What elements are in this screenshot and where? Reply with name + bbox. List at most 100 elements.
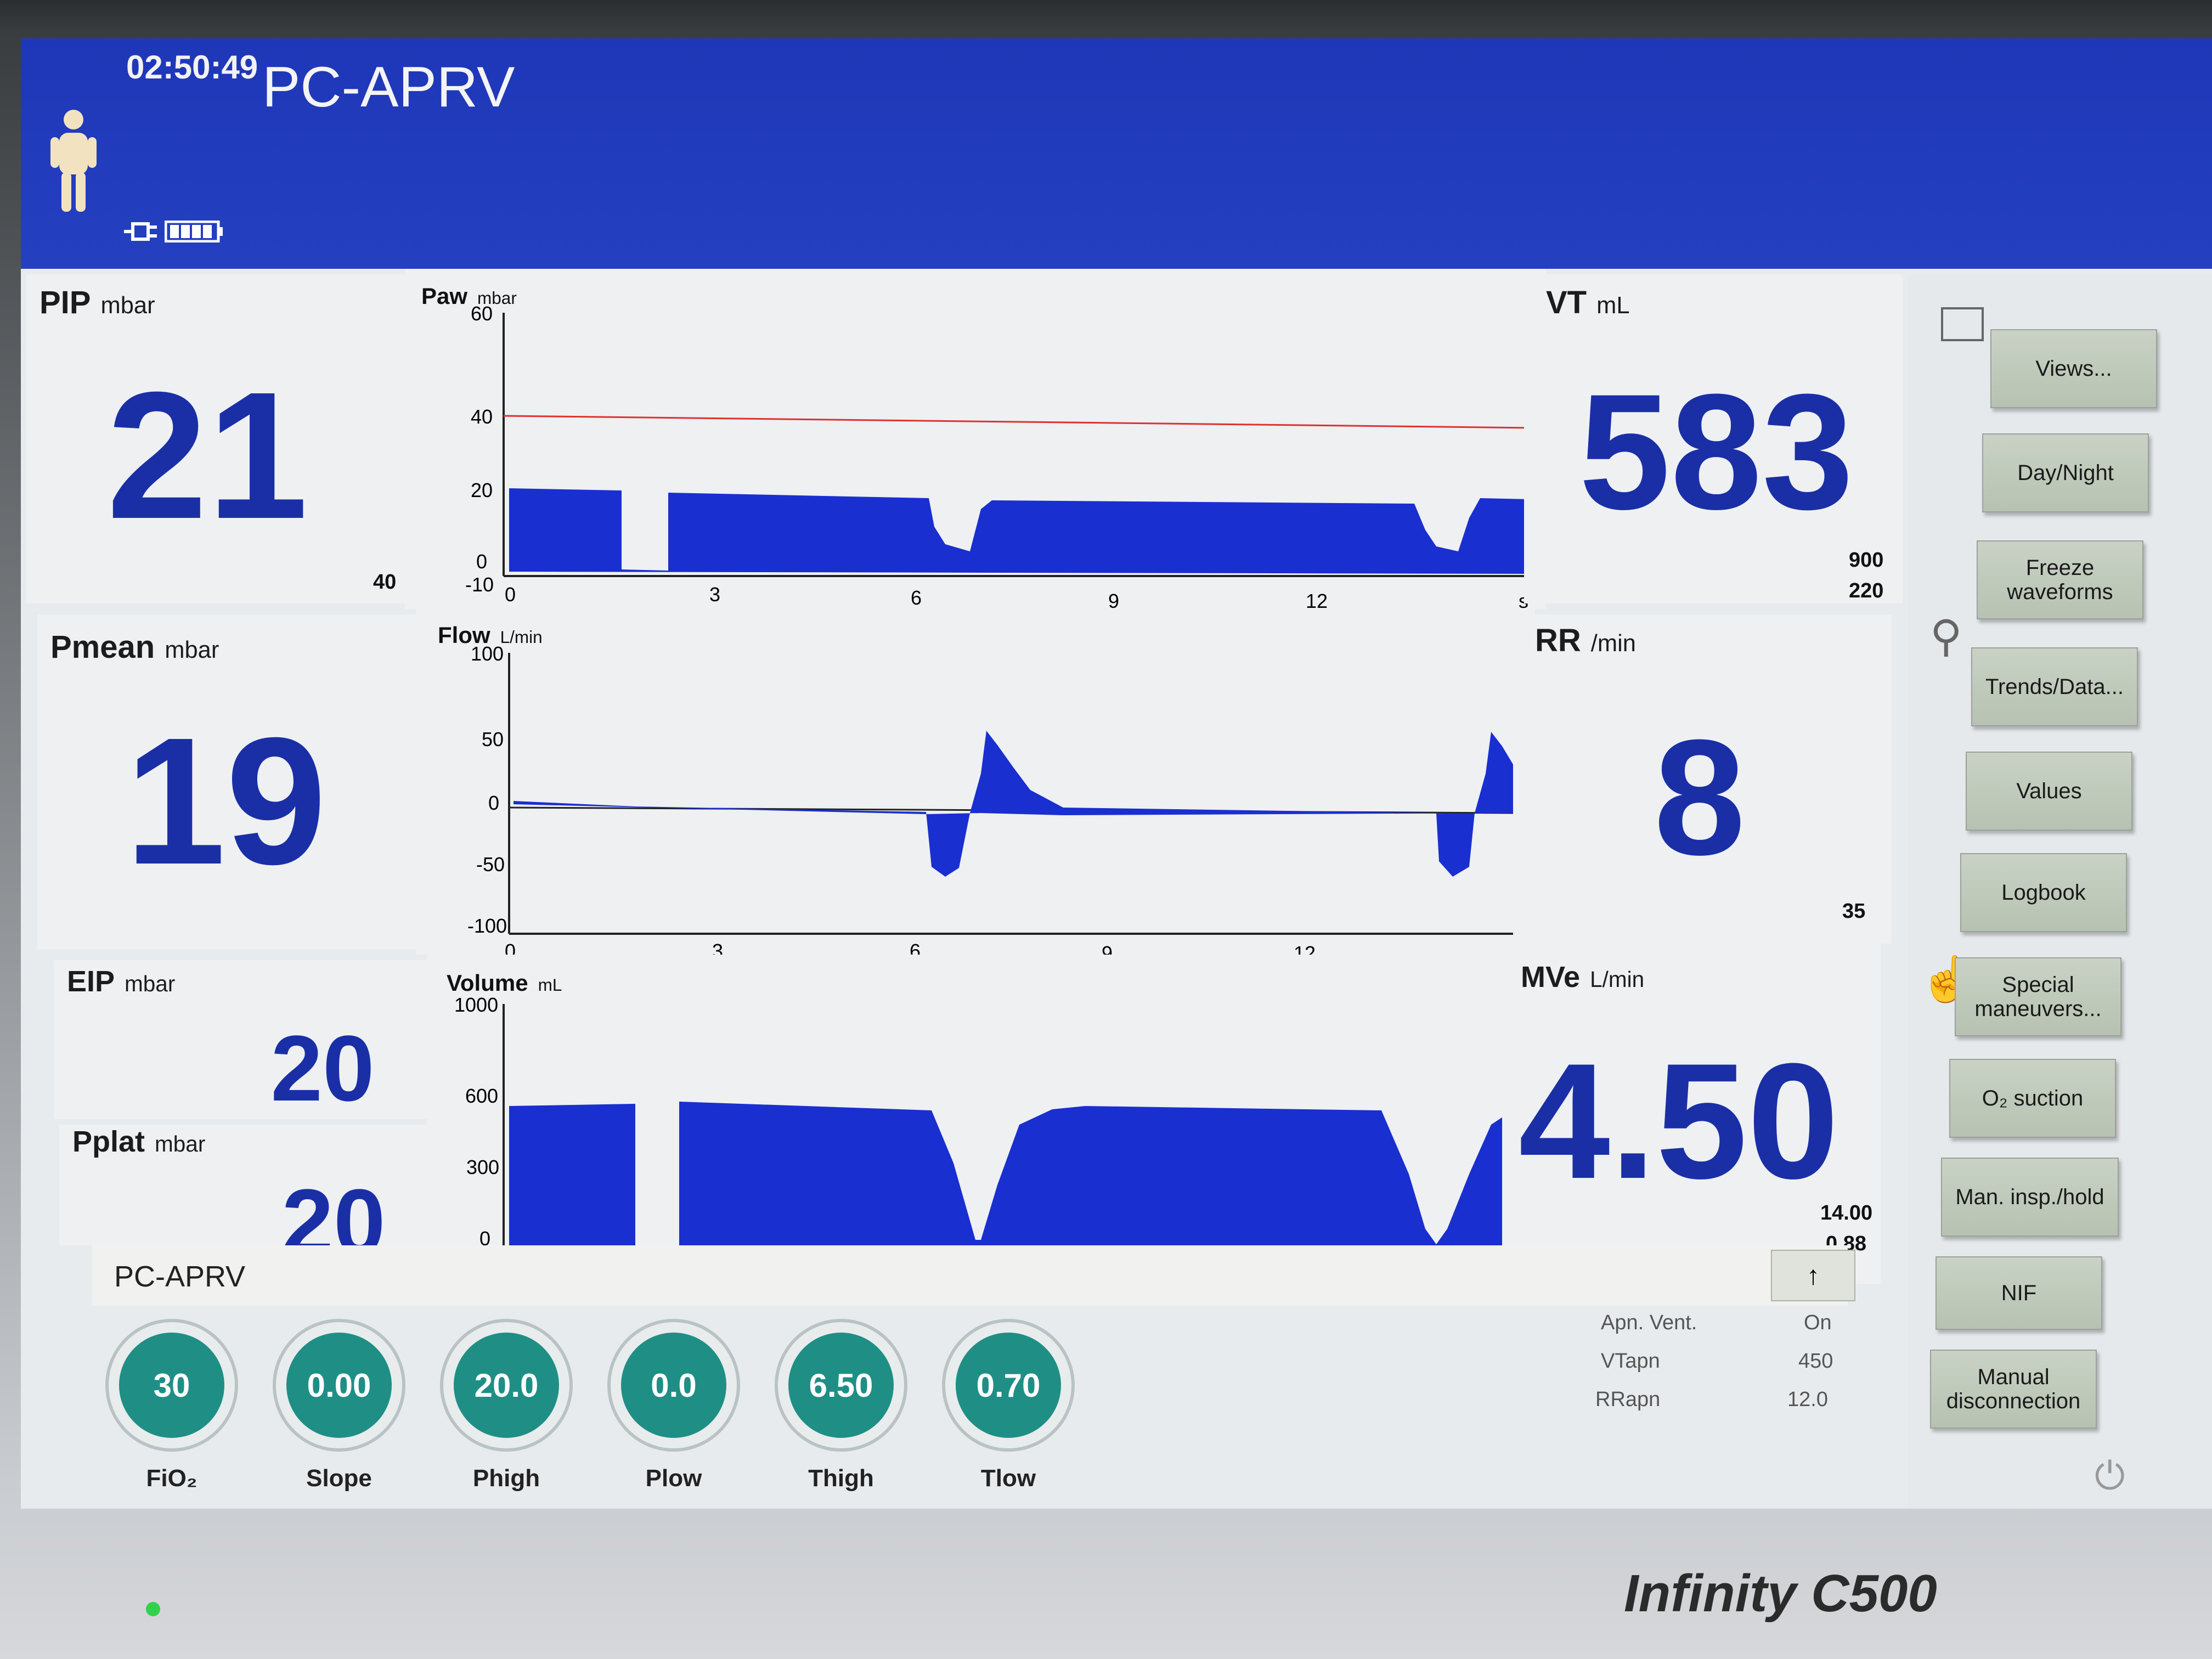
slope-knob[interactable]: 0.00 Slope: [270, 1317, 408, 1492]
window-icon[interactable]: [1941, 307, 1984, 341]
battery-icon: [165, 221, 223, 242]
paw-alarm-limit-line: [503, 415, 1536, 429]
phigh-label: Phigh: [472, 1465, 540, 1492]
eip-label: EIP mbar: [67, 965, 176, 998]
day-night-button[interactable]: Day/Night: [1982, 433, 2149, 512]
paw-x-tick: 3: [709, 583, 720, 606]
nif-button[interactable]: NIF: [1936, 1256, 2102, 1330]
pip-alarm-limit: 40: [373, 571, 397, 594]
flow-y-tick: 100: [471, 642, 504, 665]
paw-y-tick: 20: [471, 479, 493, 501]
pmean-label: Pmean mbar: [50, 629, 219, 665]
values-button[interactable]: Values: [1966, 752, 2132, 831]
volume-y-tick: 300: [466, 1156, 499, 1178]
special-maneuvers-button[interactable]: Special maneuvers...: [1955, 957, 2121, 1036]
phigh-knob[interactable]: 20.0 Phigh: [438, 1317, 575, 1492]
rr-alarm-high: 35: [1842, 900, 1866, 923]
flow-y-tick: 0: [488, 792, 499, 814]
fio2-value: 30: [153, 1367, 190, 1404]
manual-inspiration-hold-button[interactable]: Man. insp./hold: [1941, 1158, 2119, 1237]
vtapn-value: 450: [1798, 1350, 1833, 1373]
pip-label: PIP mbar: [40, 285, 155, 320]
volume-waveform: 1000 600 300 0 0 3 6 9 12 s: [454, 994, 1519, 1278]
mve-value: 4.50: [1519, 1029, 1839, 1213]
paw-y-tick: 0: [476, 550, 487, 573]
pip-value: 21: [106, 354, 308, 556]
slope-label: Slope: [306, 1465, 372, 1492]
mve-panel: MVe L/min 4.50 14.00 0.88: [1502, 944, 1881, 1284]
volume-y-tick: 600: [465, 1085, 498, 1107]
volume-waveform-panel: VolumemL 1000 600 300 0 0 3 6 9 12 s: [427, 955, 1535, 1278]
rrapn-label: RRapn: [1595, 1388, 1661, 1411]
freeze-waveforms-button[interactable]: Freeze waveforms: [1977, 540, 2143, 619]
views-button[interactable]: Views...: [1990, 329, 2157, 408]
paw-y-tick: 60: [471, 302, 493, 325]
paw-waveform: 60 40 20 0 -10 0 3 6 9 12 s: [465, 302, 1536, 609]
tlow-label: Tlow: [980, 1465, 1036, 1492]
paw-x-tick: 9: [1108, 590, 1119, 609]
vtapn-label: VTapn: [1601, 1350, 1660, 1373]
flow-x-tick: 0: [505, 940, 516, 955]
paw-y-tick: 40: [471, 405, 493, 428]
pplat-label: Pplat mbar: [72, 1125, 206, 1158]
vt-label: VT mL: [1546, 285, 1630, 320]
pmean-value: 19: [125, 699, 327, 902]
tlow-knob[interactable]: 0.70 Tlow: [940, 1317, 1077, 1492]
patient-icon[interactable]: [47, 109, 100, 213]
device-brand: Infinity C500: [1624, 1564, 1937, 1623]
fio2-label: FiO₂: [146, 1465, 198, 1492]
pplat-panel: Pplat mbar 20: [59, 1125, 443, 1274]
eip-value: 20: [270, 1017, 375, 1121]
phigh-value: 20.0: [474, 1367, 539, 1404]
slope-value: 0.00: [307, 1367, 371, 1404]
plow-label: Plow: [645, 1465, 702, 1492]
search-icon[interactable]: ⚲: [1930, 614, 1974, 658]
sidebar: ⚲ ☝ ⏻ Views... Day/Night Freeze waveform…: [1908, 274, 2212, 1509]
expand-controls-button[interactable]: ↑: [1771, 1250, 1855, 1301]
logbook-button[interactable]: Logbook: [1960, 853, 2127, 932]
apnea-vent-value: On: [1804, 1311, 1832, 1334]
vt-value: 583: [1579, 359, 1854, 544]
tlow-value: 0.70: [976, 1367, 1041, 1404]
fio2-knob[interactable]: 30 FiO₂: [103, 1317, 240, 1492]
flow-x-tick: 12: [1294, 942, 1316, 955]
flow-trace: [514, 731, 1530, 877]
ventilator-screen: 02:50:49 PC-APRV PIP mbar 21 40 Pmean mb…: [21, 38, 2212, 1509]
volume-y-tick: 1000: [454, 994, 498, 1016]
mains-power-icon: [124, 222, 157, 241]
paw-trace: [509, 488, 1530, 574]
flow-x-tick: 3: [712, 940, 723, 955]
rr-label: RR/min: [1535, 623, 1636, 658]
o2-suction-button[interactable]: O₂ suction: [1949, 1059, 2116, 1138]
flow-x-tick: 6: [910, 940, 921, 955]
power-standby-icon[interactable]: ⏻: [2095, 1454, 2138, 1498]
paw-x-tick: 0: [505, 583, 516, 606]
mode-title: PC-APRV: [262, 55, 515, 119]
mode-bar-title: PC-APRV: [114, 1260, 246, 1293]
manual-disconnection-button[interactable]: Manual disconnection: [1930, 1350, 2097, 1429]
mode-bar: PC-APRV ↑: [92, 1245, 1855, 1306]
flow-waveform: 100 50 0 -50 -100 0 3 6 9 12 s: [467, 642, 1530, 955]
flow-y-tick: -50: [476, 853, 505, 876]
flow-waveform-panel: FlowL/min 100 50 0 -50 -100 0 3 6 9 12 s: [416, 609, 1535, 955]
paw-x-tick: 6: [911, 586, 922, 609]
thigh-value: 6.50: [809, 1367, 873, 1404]
eip-panel: EIP mbar 20: [54, 960, 438, 1121]
vt-alarm-high: 900: [1849, 549, 1884, 572]
paw-waveform-panel: Paw mbar 60 40 20 0 -10 0 3 6 9 12 s: [405, 269, 1546, 609]
thigh-knob[interactable]: 6.50 Thigh: [772, 1317, 910, 1492]
vt-panel: VT mL 583 900 220: [1524, 274, 1903, 603]
thigh-label: Thigh: [808, 1465, 874, 1492]
trends-data-button[interactable]: Trends/Data...: [1971, 647, 2138, 726]
plow-value: 0.0: [651, 1367, 697, 1404]
rrapn-value: 12.0: [1787, 1388, 1828, 1411]
flow-y-tick: -100: [467, 915, 507, 937]
rr-value: 8: [1654, 705, 1746, 889]
clock: 02:50:49: [126, 49, 258, 86]
mve-alarm-high: 14.00: [1820, 1201, 1873, 1224]
vt-alarm-low: 220: [1849, 579, 1884, 602]
plow-knob[interactable]: 0.0 Plow: [605, 1317, 742, 1492]
flow-y-tick: 50: [482, 728, 504, 751]
pip-panel: PIP mbar 21 40: [26, 274, 405, 603]
header-bar: 02:50:49 PC-APRV: [21, 38, 2212, 269]
